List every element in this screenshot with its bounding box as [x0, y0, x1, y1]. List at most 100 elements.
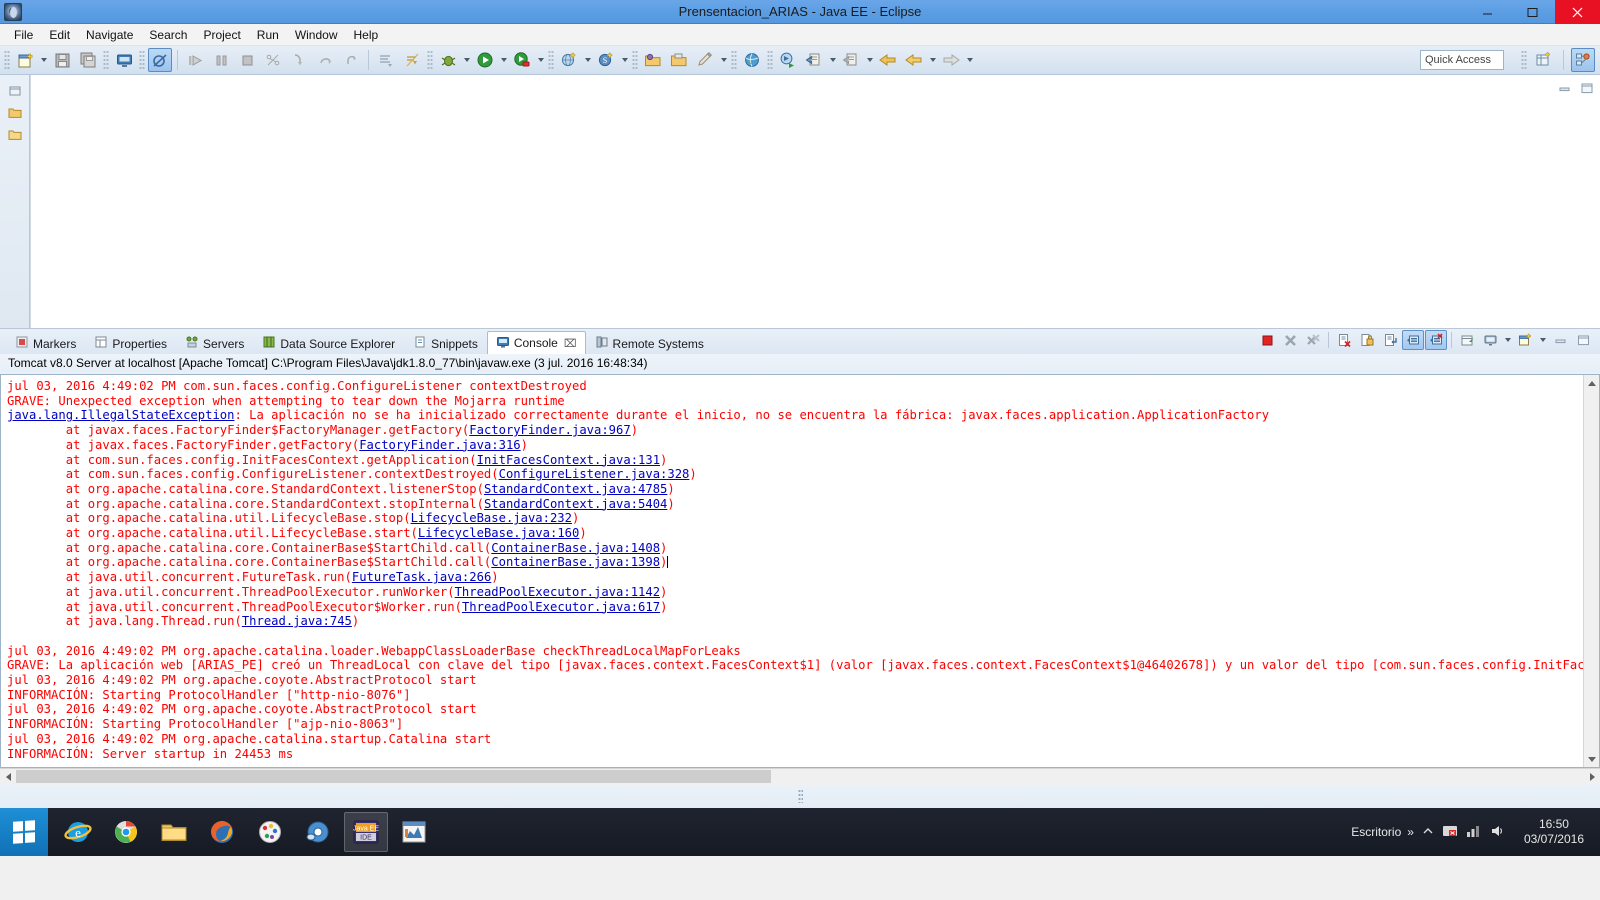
- display-console-icon[interactable]: [1479, 330, 1501, 350]
- menu-search[interactable]: Search: [141, 26, 195, 44]
- google-chrome-icon[interactable]: [104, 812, 148, 852]
- editor-area[interactable]: [30, 75, 1600, 328]
- run-icon[interactable]: [473, 48, 497, 72]
- step-return-icon[interactable]: [339, 48, 363, 72]
- scroll-lock-icon[interactable]: [1356, 330, 1378, 350]
- netbeans-taskbar-icon[interactable]: [392, 812, 436, 852]
- next-annotation-dropdown[interactable]: [864, 48, 875, 72]
- forward-icon[interactable]: [939, 48, 963, 72]
- network-tray-icon[interactable]: [1466, 823, 1482, 842]
- tab-markers[interactable]: Markers: [6, 332, 85, 354]
- project-explorer-fastview-icon[interactable]: [4, 103, 26, 123]
- paint-icon[interactable]: [248, 812, 292, 852]
- open-task-icon[interactable]: [374, 48, 398, 72]
- console-horizontal-scrollbar[interactable]: [0, 768, 1600, 785]
- scroll-up-button[interactable]: [1584, 375, 1599, 391]
- menu-project[interactable]: Project: [195, 26, 248, 44]
- debug-icon[interactable]: [436, 48, 460, 72]
- save-all-icon[interactable]: [76, 48, 100, 72]
- tab-console[interactable]: Console ⌧: [486, 331, 586, 354]
- tab-remote-systems[interactable]: Remote Systems: [586, 332, 713, 354]
- word-wrap-icon[interactable]: [1379, 330, 1401, 350]
- perspective-grip[interactable]: [1521, 50, 1527, 70]
- resume-icon[interactable]: [183, 48, 207, 72]
- run-as-server-dropdown[interactable]: [535, 48, 546, 72]
- console-output-area[interactable]: jul 03, 2016 4:49:02 PM com.sun.faces.co…: [0, 374, 1600, 768]
- tab-servers[interactable]: Servers: [176, 332, 253, 354]
- toolbar-grip-3[interactable]: [139, 50, 145, 70]
- panel-resize-handle[interactable]: [0, 784, 1600, 808]
- disconnect-icon[interactable]: [261, 48, 285, 72]
- debug-dropdown[interactable]: [461, 48, 472, 72]
- maximize-button[interactable]: [1510, 0, 1555, 24]
- new-console-view-icon[interactable]: [1514, 330, 1536, 350]
- scroll-down-button[interactable]: [1584, 751, 1599, 767]
- desktop-peek-group[interactable]: Escritorio »: [1351, 825, 1414, 839]
- antivirus-tray-icon[interactable]: [1442, 823, 1458, 842]
- display-console-dropdown[interactable]: [1502, 328, 1513, 352]
- step-over-icon[interactable]: [313, 48, 337, 72]
- new-console-view-dropdown[interactable]: [1537, 328, 1548, 352]
- back-icon[interactable]: [902, 48, 926, 72]
- media-player-icon[interactable]: [296, 812, 340, 852]
- maximize-editor-icon[interactable]: [1580, 81, 1594, 100]
- toolbar-grip-6[interactable]: [632, 50, 638, 70]
- menu-help[interactable]: Help: [346, 26, 387, 44]
- save-icon[interactable]: [50, 48, 74, 72]
- pin-console-icon[interactable]: [1402, 330, 1424, 350]
- toolbar-grip-5[interactable]: [548, 50, 554, 70]
- show-hidden-icons-icon[interactable]: [1422, 825, 1434, 840]
- restore-view-icon[interactable]: [4, 81, 26, 101]
- open-console-icon[interactable]: [1456, 330, 1478, 350]
- eclipse-taskbar-icon[interactable]: Java EE IDE: [344, 812, 388, 852]
- open-type-icon[interactable]: [641, 48, 665, 72]
- taskbar-clock[interactable]: 16:50 03/07/2016: [1514, 817, 1594, 847]
- toggle-breakpoint-icon[interactable]: [148, 48, 172, 72]
- new-wizard-icon[interactable]: [13, 48, 37, 72]
- close-icon[interactable]: ⌧: [564, 337, 577, 350]
- quick-access-input[interactable]: Quick Access: [1420, 50, 1504, 70]
- step-into-icon[interactable]: [287, 48, 311, 72]
- snippets-fastview-icon[interactable]: [4, 125, 26, 145]
- remove-all-terminated-icon[interactable]: [1302, 330, 1324, 350]
- volume-tray-icon[interactable]: [1490, 823, 1506, 842]
- skip-breakpoints-icon[interactable]: [400, 48, 424, 72]
- tab-data-source-explorer[interactable]: Data Source Explorer: [253, 332, 404, 354]
- terminate-console-icon[interactable]: [1256, 330, 1278, 350]
- back-history-icon[interactable]: [876, 48, 900, 72]
- previous-annotation-icon[interactable]: [802, 48, 826, 72]
- minimize-editor-icon[interactable]: [1558, 81, 1572, 100]
- scroll-track-horizontal[interactable]: [16, 768, 1584, 785]
- menu-edit[interactable]: Edit: [41, 26, 78, 44]
- tab-properties[interactable]: Properties: [85, 332, 176, 354]
- close-button[interactable]: [1555, 0, 1600, 24]
- firefox-icon[interactable]: [200, 812, 244, 852]
- remove-launch-icon[interactable]: [1279, 330, 1301, 350]
- menu-window[interactable]: Window: [287, 26, 346, 44]
- print-icon[interactable]: [112, 48, 136, 72]
- expand-tray-icon[interactable]: »: [1407, 825, 1414, 839]
- edit-icon[interactable]: [693, 48, 717, 72]
- new-server-dropdown[interactable]: [619, 48, 630, 72]
- toolbar-grip-8[interactable]: [767, 50, 773, 70]
- open-resource-icon[interactable]: [667, 48, 691, 72]
- edit-dropdown[interactable]: [718, 48, 729, 72]
- internet-explorer-icon[interactable]: e: [56, 812, 100, 852]
- menu-file[interactable]: File: [6, 26, 41, 44]
- minimize-button[interactable]: [1465, 0, 1510, 24]
- previous-annotation-dropdown[interactable]: [827, 48, 838, 72]
- scroll-track-vertical[interactable]: [1584, 391, 1599, 751]
- terminate-icon[interactable]: [235, 48, 259, 72]
- forward-dropdown[interactable]: [964, 48, 975, 72]
- console-text[interactable]: jul 03, 2016 4:49:02 PM com.sun.faces.co…: [1, 375, 1583, 767]
- run-as-server-icon[interactable]: [510, 48, 534, 72]
- menu-run[interactable]: Run: [249, 26, 287, 44]
- new-wizard-dropdown[interactable]: [38, 48, 49, 72]
- scroll-left-button[interactable]: [0, 769, 16, 785]
- toolbar-grip-4[interactable]: [427, 50, 433, 70]
- menu-navigate[interactable]: Navigate: [78, 26, 141, 44]
- maximize-panel-icon[interactable]: [1572, 330, 1594, 350]
- next-annotation-icon[interactable]: [839, 48, 863, 72]
- minimize-panel-icon[interactable]: [1549, 330, 1571, 350]
- file-explorer-icon[interactable]: [152, 812, 196, 852]
